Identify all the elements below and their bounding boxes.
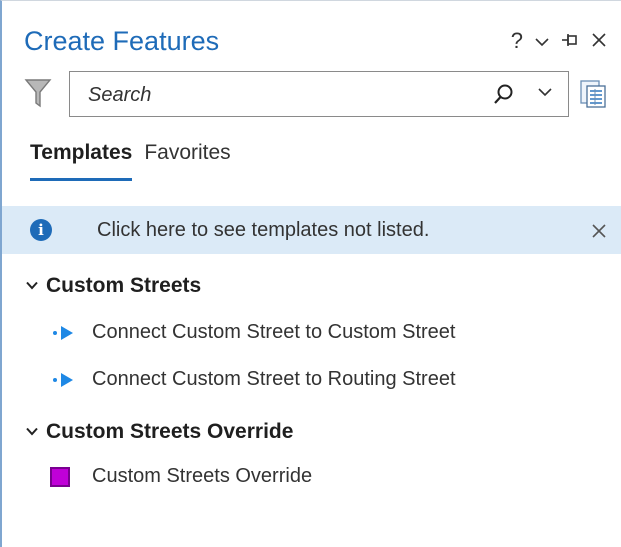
template-item[interactable]: Connect Custom Street to Routing Street [52,368,456,391]
options-chevron-icon[interactable] [535,31,549,52]
pin-icon[interactable] [561,28,579,54]
info-bar: i Click here to see templates not listed… [2,206,621,254]
group-custom-streets[interactable]: Custom Streets [26,274,201,298]
template-item[interactable]: Custom Streets Override [50,465,313,488]
chevron-down-icon [26,277,38,293]
info-icon: i [30,219,52,241]
close-icon[interactable] [591,28,607,54]
search-box [69,71,569,118]
filter-icon[interactable] [24,77,52,109]
template-label: Connect Custom Street to Custom Street [92,321,456,343]
create-features-pane: Create Features ? Search Templates Favor… [0,0,621,547]
window-controls: ? [511,21,607,61]
tab-templates[interactable]: Templates [30,141,133,181]
chevron-down-icon [26,423,38,439]
search-icon[interactable] [492,82,516,106]
pane-header: Create Features ? [24,21,621,61]
tab-favorites[interactable]: Favorites [144,141,230,181]
group-label: Custom Streets Override [46,420,294,443]
help-icon[interactable]: ? [511,28,523,54]
template-item[interactable]: Connect Custom Street to Custom Street [52,321,456,344]
info-close-icon[interactable] [591,206,607,254]
template-label: Connect Custom Street to Routing Street [92,368,456,390]
info-link[interactable]: Click here to see templates not listed. [97,206,429,254]
polygon-template-icon [50,466,70,487]
template-label: Custom Streets Override [92,465,313,487]
pane-title: Create Features [24,26,220,56]
group-label: Custom Streets [46,274,202,297]
search-dropdown-icon[interactable] [538,84,552,102]
manage-templates-icon[interactable] [579,79,607,109]
tab-strip: Templates Favorites [30,141,231,181]
search-row [24,71,609,119]
group-custom-streets-override[interactable]: Custom Streets Override [26,420,293,444]
search-input[interactable] [86,72,470,118]
line-template-icon [53,372,73,387]
line-template-icon [53,325,73,340]
